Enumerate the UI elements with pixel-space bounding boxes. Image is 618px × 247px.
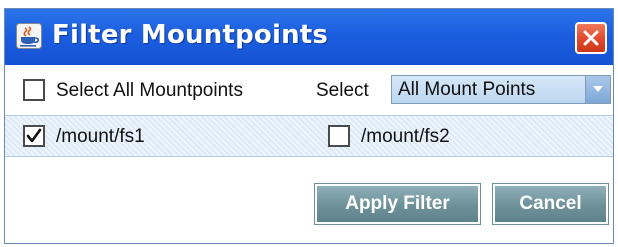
mountpoint-label-fs1: /mount/fs1 (56, 126, 145, 147)
close-icon (583, 30, 599, 46)
java-cup-icon (16, 23, 42, 49)
mountpoint-label-fs2: /mount/fs2 (361, 126, 450, 147)
filter-mountpoints-dialog: Filter Mountpoints Select All Mountpoint… (4, 8, 614, 244)
mountpoint-checkbox-fs1[interactable] (23, 125, 45, 147)
dialog-title: Filter Mountpoints (52, 20, 329, 50)
mountpoint-checkbox-fs2[interactable] (328, 125, 350, 147)
checkmark-icon (26, 128, 42, 143)
dropdown-selected-value: All Mount Points (398, 79, 536, 100)
chevron-down-icon (593, 86, 603, 92)
select-all-label: Select All Mountpoints (56, 80, 243, 101)
mount-points-dropdown[interactable]: All Mount Points (391, 75, 611, 104)
mountpoint-list: /mount/fs1 /mount/fs2 (5, 115, 613, 157)
apply-filter-button[interactable]: Apply Filter (315, 184, 480, 224)
close-button[interactable] (575, 22, 607, 54)
cancel-button[interactable]: Cancel (493, 184, 608, 224)
select-label: Select (316, 80, 369, 101)
dropdown-arrow-button[interactable] (585, 76, 610, 103)
select-row: Select All Mountpoints Select All Mount … (5, 65, 613, 115)
select-all-checkbox[interactable] (23, 79, 45, 101)
title-bar[interactable]: Filter Mountpoints (5, 9, 613, 65)
